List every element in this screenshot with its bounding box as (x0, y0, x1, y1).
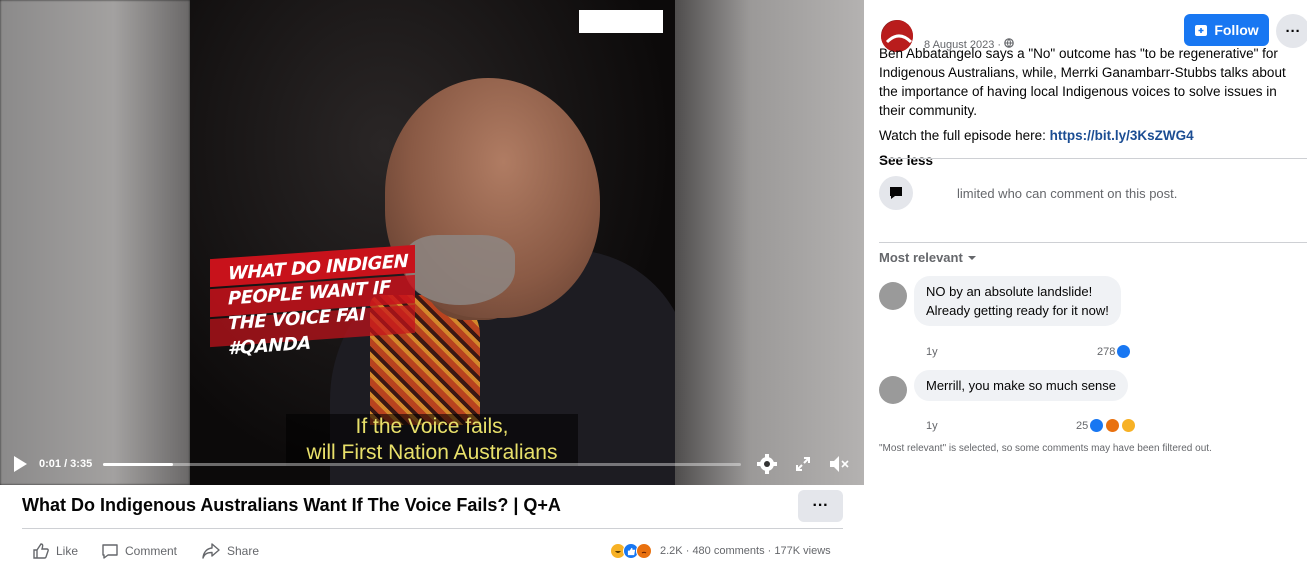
follow-label: Follow (1214, 22, 1259, 38)
divider (22, 528, 843, 529)
thumbs-up-icon (33, 543, 49, 559)
caret-down-icon (967, 255, 976, 260)
comment-sort-dropdown[interactable]: Most relevant (879, 250, 977, 265)
like-reaction-icon (1116, 344, 1132, 359)
post-options-button[interactable]: ··· (1276, 14, 1307, 48)
comment-label: Comment (125, 544, 178, 558)
share-label: Share (227, 544, 260, 558)
video-time: 0:01 / 3:35 (39, 458, 93, 470)
post-text: Ben Abbatangelo says a "No" outcome has … (879, 46, 1286, 118)
comment-reactions[interactable]: 278 (1097, 344, 1132, 359)
comment-time[interactable]: 1y (926, 346, 938, 358)
post-body: Ben Abbatangelo says a "No" outcome has … (879, 44, 1304, 170)
comment-icon (102, 544, 118, 559)
like-button[interactable]: Like (32, 542, 78, 560)
comment-time[interactable]: 1y (926, 420, 938, 432)
progress-bar-fill (103, 463, 174, 466)
haha-reaction-icon (1121, 418, 1137, 433)
filter-note: "Most relevant" is selected, so some com… (879, 443, 1212, 454)
comment-reactions[interactable]: 25 (1076, 418, 1137, 433)
share-icon (202, 543, 220, 559)
video-blur-right (674, 0, 864, 485)
post-stats: 2.2K · 480 comments · 177K views (660, 545, 831, 557)
like-label: Like (56, 544, 79, 558)
video-blur-left (0, 0, 190, 485)
fullscreen-icon[interactable] (792, 453, 814, 475)
angry-reaction-icon (1105, 418, 1121, 433)
play-icon[interactable] (12, 455, 28, 473)
video-title: What Do Indigenous Australians Want If T… (22, 495, 561, 515)
mute-icon[interactable] (828, 453, 850, 475)
comment-limit-icon (879, 176, 913, 210)
comment-button[interactable]: Comment (101, 542, 177, 560)
settings-gear-icon[interactable] (756, 453, 778, 475)
watch-line: Watch the full episode here: https://bit… (879, 128, 1194, 143)
subtitle-line-1: If the Voice fails, (355, 415, 509, 438)
page: WHAT DO INDIGEN PEOPLE WANT IF THE VOICE… (0, 0, 1307, 567)
comment-limit-notice: limited who can comment on this post. (957, 186, 1178, 201)
angry-reaction-icon (636, 543, 652, 559)
comment-avatar[interactable] (879, 376, 907, 404)
progress-bar[interactable] (103, 463, 741, 466)
comment-count[interactable]: 480 comments (692, 545, 764, 557)
video-player[interactable]: WHAT DO INDIGEN PEOPLE WANT IF THE VOICE… (0, 0, 864, 485)
sort-label: Most relevant (879, 250, 963, 265)
presenter-beard (405, 235, 515, 305)
video-controls: 0:01 / 3:35 (0, 447, 864, 485)
comment-avatar[interactable] (879, 282, 907, 310)
reaction-count[interactable]: 2.2K (660, 545, 683, 557)
like-reaction-icon (1089, 418, 1105, 433)
view-count: 177K views (774, 545, 831, 557)
see-less-link[interactable]: See less (879, 151, 1304, 170)
divider (879, 242, 1307, 243)
redaction-box (579, 10, 663, 33)
video-overlay-text: WHAT DO INDIGEN PEOPLE WANT IF THE VOICE… (228, 250, 409, 360)
more-options-button[interactable]: ··· (798, 490, 843, 522)
follow-button[interactable]: Follow (1184, 14, 1269, 46)
comment-bubble: Merrill, you make so much sense (914, 370, 1129, 401)
comment-bubble: NO by an absolute landslide! Already get… (914, 276, 1121, 326)
share-button[interactable]: Share (201, 542, 259, 560)
post-panel: 8 August 2023 · Follow ··· Ben Abbatange… (864, 0, 1307, 567)
reaction-icons[interactable] (610, 543, 652, 559)
follow-icon (1195, 25, 1208, 36)
episode-link[interactable]: https://bit.ly/3KsZWG4 (1050, 128, 1194, 143)
divider (879, 158, 1307, 159)
